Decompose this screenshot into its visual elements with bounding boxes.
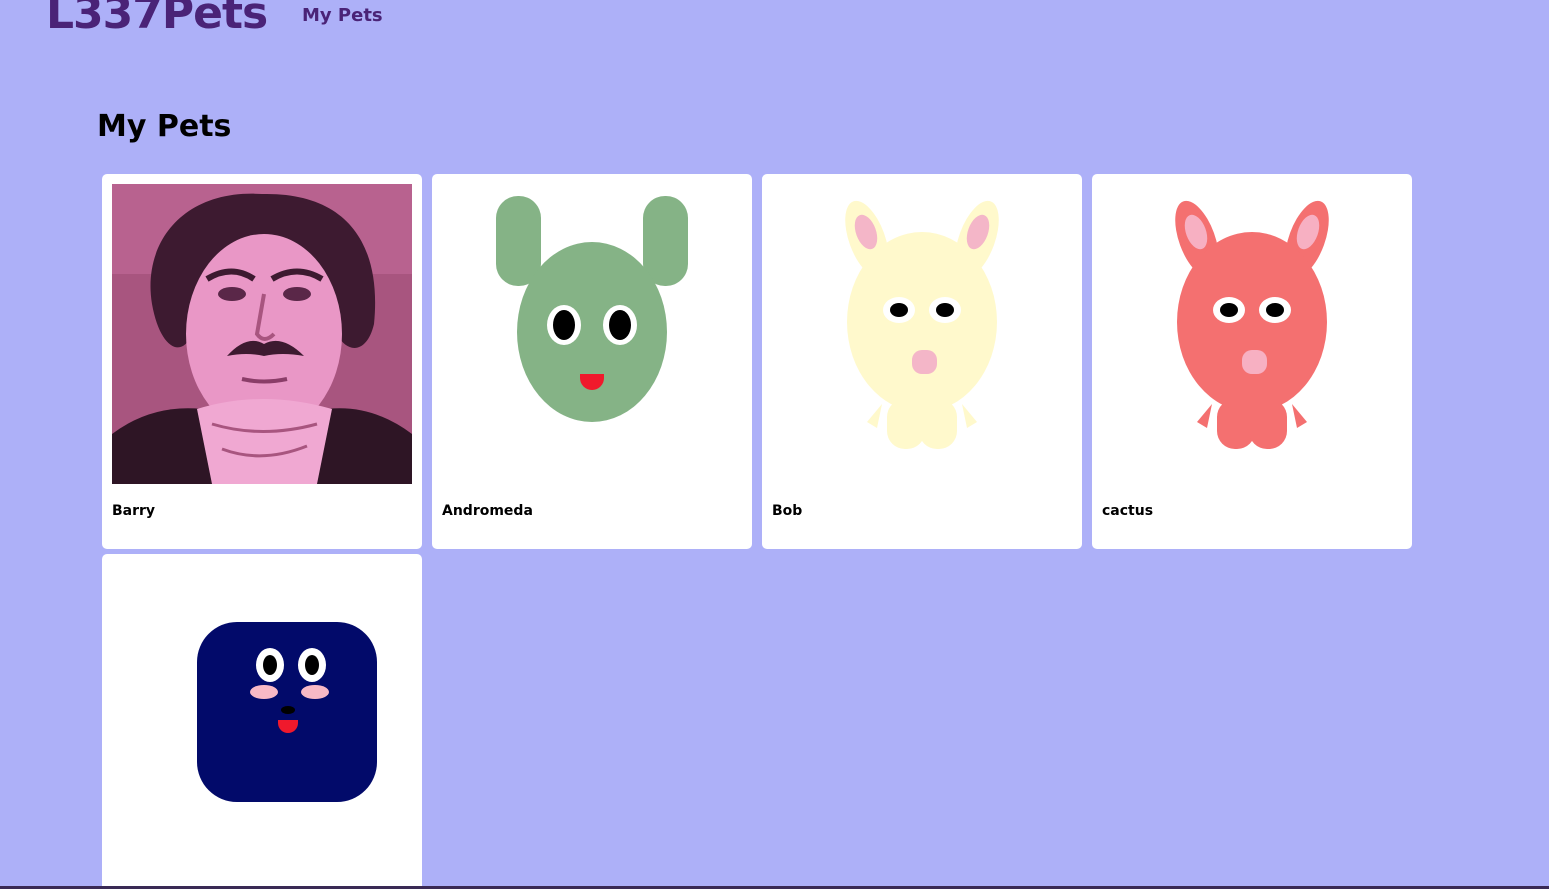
pet-name: Bob (772, 503, 803, 519)
cream-bunny-creature-image (845, 200, 999, 449)
pet-avatar-green-mouse (442, 184, 742, 484)
pet-card-barry[interactable]: Barry (102, 174, 422, 549)
pet-avatar-navy-square (112, 564, 412, 864)
green-mouse-creature-image (496, 196, 688, 422)
pet-name: cactus (1102, 503, 1154, 519)
pet-card-cactus[interactable]: cactus (1092, 174, 1412, 549)
coral-bunny-creature-image (1175, 200, 1329, 449)
page: L337Pets My Pets My Pets Barry Andromeda… (0, 0, 1549, 886)
pet-card-andromeda[interactable]: Andromeda (432, 174, 752, 549)
nav-link-my-pets[interactable]: My Pets (302, 4, 383, 28)
page-title: My Pets (97, 109, 232, 144)
pet-card-bob[interactable]: Bob (762, 174, 1082, 549)
pet-avatar-cream-bunny (772, 184, 1072, 484)
pet-avatar-coral-bunny (1102, 184, 1402, 484)
pet-name: Barry (112, 503, 156, 519)
navy-square-creature-image (197, 622, 377, 802)
portrait-photo-image (112, 184, 412, 484)
pet-avatar-portrait (112, 184, 412, 484)
pet-card-5[interactable] (102, 554, 422, 886)
pet-name: Andromeda (442, 503, 533, 519)
site-logo[interactable]: L337Pets (46, 0, 268, 42)
